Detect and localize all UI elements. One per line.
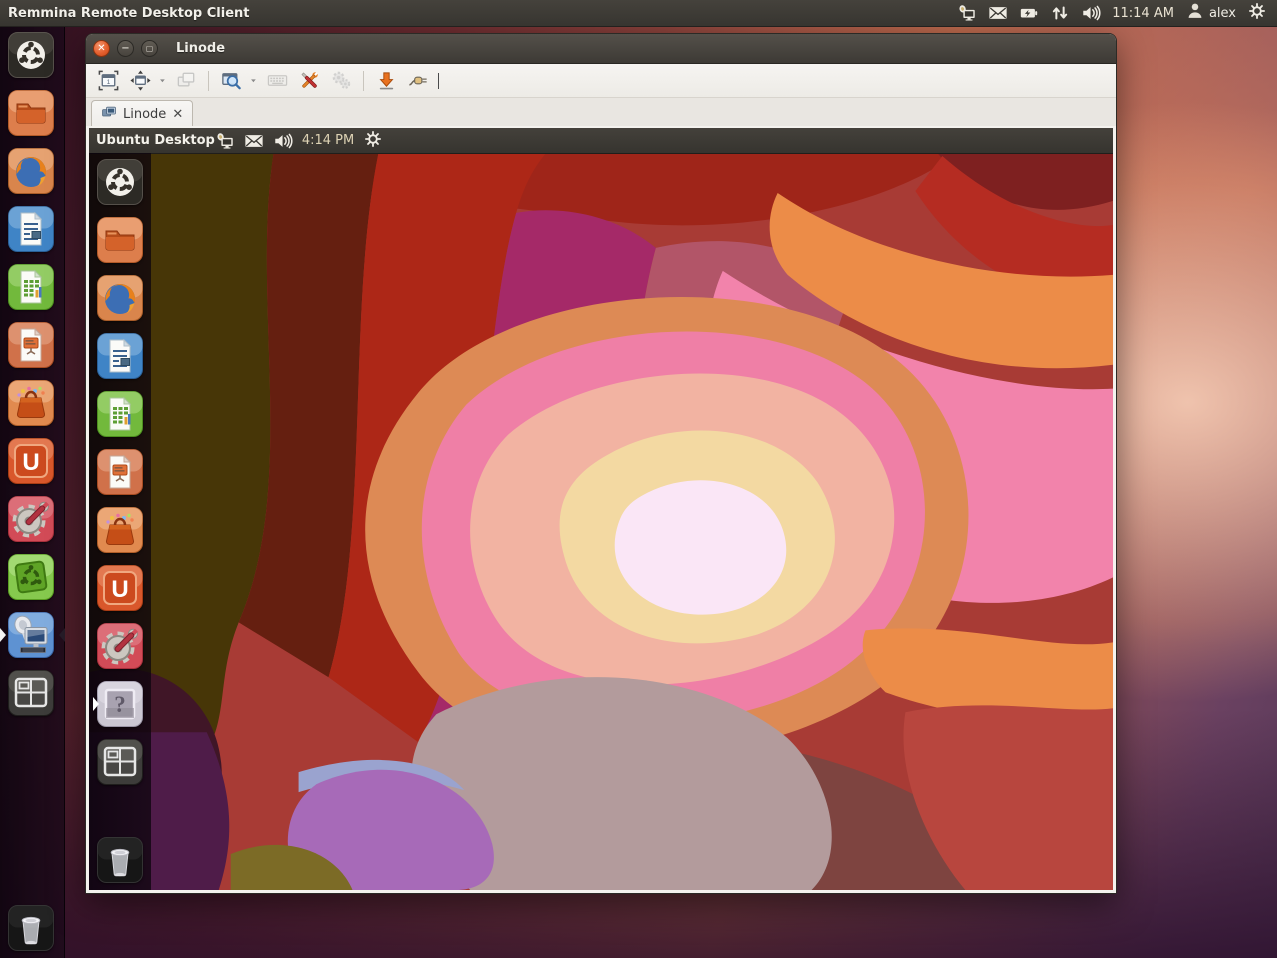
tools-icon[interactable] [293, 67, 325, 94]
impress-launcher-icon[interactable] [7, 321, 55, 369]
window-title: Linode [176, 41, 225, 56]
trash-launcher-icon[interactable] [7, 904, 55, 952]
remote-session-gear-icon[interactable] [363, 129, 383, 153]
svg-text:U: U [22, 449, 39, 476]
network-traffic-icon[interactable] [1050, 3, 1070, 23]
caret-fit-icon[interactable] [156, 67, 170, 94]
text-cursor [438, 73, 439, 89]
firefox-launcher-icon[interactable] [96, 274, 144, 322]
settings-launcher-icon[interactable] [7, 495, 55, 543]
panel-indicators: 11:14 AM alex [957, 1, 1277, 25]
remote-unity-launcher[interactable]: U ? [89, 153, 151, 890]
window-toolbar: 1 [86, 64, 1116, 98]
username: alex [1209, 6, 1236, 21]
battery-icon[interactable] [1019, 3, 1039, 23]
software-updater-launcher-icon[interactable] [7, 553, 55, 601]
duplicate-icon[interactable] [170, 67, 202, 94]
ubuntu-one-launcher-icon[interactable]: U [7, 437, 55, 485]
toolbar-separator [208, 71, 209, 91]
impress-launcher-icon[interactable] [96, 448, 144, 496]
remmina-launcher-icon[interactable] [7, 611, 55, 659]
remote-desktop-icon[interactable] [215, 131, 235, 151]
svg-text:?: ? [114, 692, 126, 717]
window-controls: ✕−▢ [86, 40, 158, 57]
toolbar-separator [363, 71, 364, 91]
running-indicator-arrow [0, 628, 6, 642]
maximize-window-button[interactable]: ▢ [141, 40, 158, 57]
tab-remote-icon [101, 104, 117, 124]
svg-text:U: U [111, 576, 128, 603]
trash-launcher-icon[interactable] [96, 836, 144, 884]
preferences-icon[interactable] [325, 67, 357, 94]
minimize-window-button[interactable]: − [117, 40, 134, 57]
remote-desktop-view[interactable]: Ubuntu Desktop 4:14 PM [86, 126, 1116, 893]
software-center-launcher-icon[interactable] [7, 379, 55, 427]
remote-clock[interactable]: 4:14 PM [302, 133, 354, 148]
dash-launcher-icon[interactable] [96, 158, 144, 206]
writer-launcher-icon[interactable] [7, 205, 55, 253]
close-window-button[interactable]: ✕ [93, 40, 110, 57]
files-launcher-icon[interactable] [7, 89, 55, 137]
files-launcher-icon[interactable] [96, 216, 144, 264]
settings-launcher-icon[interactable] [96, 622, 144, 670]
window-titlebar[interactable]: ✕−▢ Linode [86, 34, 1116, 64]
calc-launcher-icon[interactable] [7, 263, 55, 311]
remote-desktop-icon[interactable] [957, 3, 977, 23]
remote-top-panel[interactable]: Ubuntu Desktop 4:14 PM [89, 128, 1113, 154]
mail-icon[interactable] [244, 131, 264, 151]
focused-indicator-arrow [59, 628, 65, 642]
mail-icon[interactable] [988, 3, 1008, 23]
firefox-launcher-icon[interactable] [7, 147, 55, 195]
fit-window-icon[interactable] [124, 67, 156, 94]
calc-launcher-icon[interactable] [96, 390, 144, 438]
volume-icon[interactable] [1081, 3, 1101, 23]
dash-launcher-icon[interactable] [7, 31, 55, 79]
tab-bar: Linode ✕ [86, 98, 1116, 128]
tab-label: Linode [123, 107, 166, 122]
svg-text:1: 1 [106, 79, 110, 86]
question-launcher-icon[interactable]: ? [96, 680, 144, 728]
remote-panel-indicators: 4:14 PM [215, 129, 391, 153]
tab-linode[interactable]: Linode ✕ [91, 100, 193, 127]
caret-zoom-icon[interactable] [247, 67, 261, 94]
remmina-window: ✕−▢ Linode 1 Linode ✕ [85, 33, 1117, 894]
writer-launcher-icon[interactable] [96, 332, 144, 380]
remote-panel-title: Ubuntu Desktop [89, 133, 215, 148]
session-gear-icon[interactable] [1247, 1, 1267, 25]
remote-wallpaper [89, 153, 1113, 890]
clock[interactable]: 11:14 AM [1112, 6, 1174, 21]
fullscreen-icon[interactable]: 1 [92, 67, 124, 94]
user-menu[interactable]: alex [1185, 1, 1236, 25]
grab-keyboard-icon[interactable] [370, 67, 402, 94]
tab-close-icon[interactable]: ✕ [172, 108, 183, 121]
ubuntu-one-launcher-icon[interactable]: U [96, 564, 144, 612]
zoom-icon[interactable] [215, 67, 247, 94]
remote-tray-icons [215, 131, 293, 151]
panel-app-title: Remmina Remote Desktop Client [0, 6, 250, 21]
disconnect-icon[interactable] [402, 67, 434, 94]
running-indicator-arrow [93, 697, 99, 711]
workspaces-launcher-icon[interactable] [96, 738, 144, 786]
volume-icon[interactable] [273, 131, 293, 151]
keyboard-icon[interactable] [261, 67, 293, 94]
top-panel: Remmina Remote Desktop Client 11:14 AM a… [0, 0, 1277, 27]
software-center-launcher-icon[interactable] [96, 506, 144, 554]
unity-launcher: U [0, 26, 65, 958]
workspaces-launcher-icon[interactable] [7, 669, 55, 717]
user-icon [1185, 1, 1205, 25]
tray-icons [957, 3, 1101, 23]
